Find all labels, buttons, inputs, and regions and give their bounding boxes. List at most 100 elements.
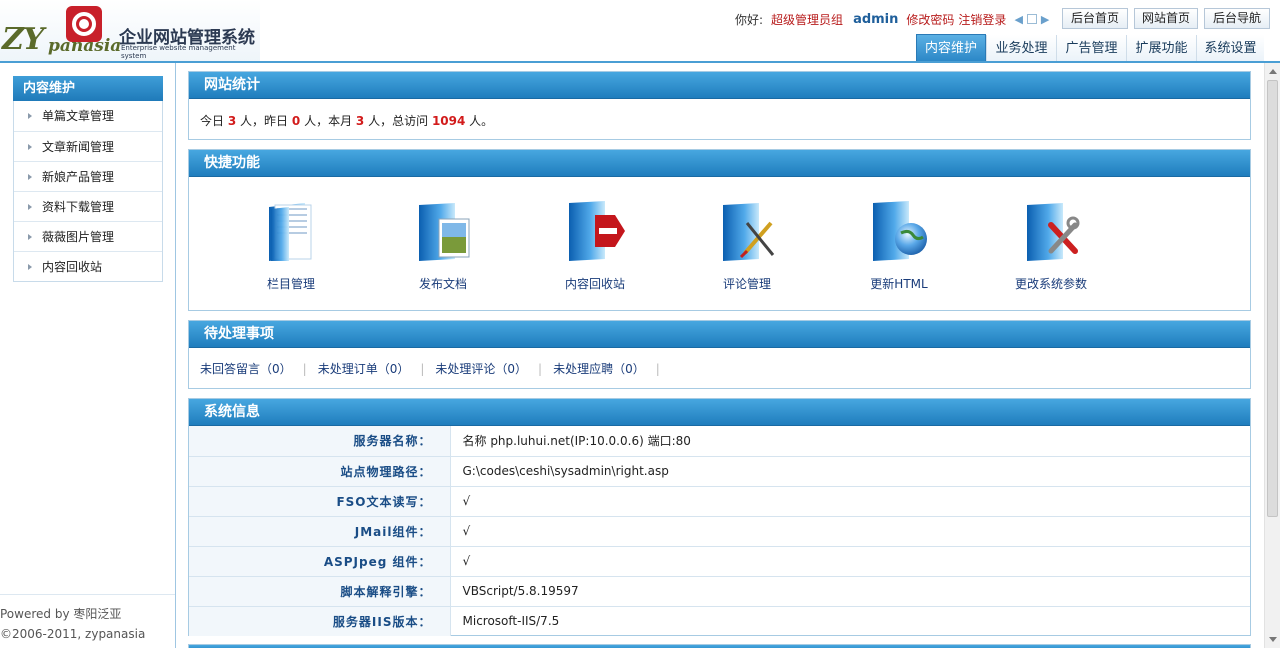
shortcut-publish[interactable]: 发布文档 [388, 201, 498, 292]
table-row: JMail组件： √ [189, 515, 1250, 546]
shortcut-grid: 栏目管理 发布文档 内容回收站 评论管理 更新HTML 更改系统参数 [189, 177, 1250, 309]
footer-credits: Powered by 枣阳泛亚 ©2006-2011, zypanasia [0, 604, 145, 644]
panel-title: 系统信息 [189, 399, 1250, 426]
pending-messages-link[interactable]: 未回答留言（0） [200, 362, 292, 376]
copyright: ©2006-2011, zypanasia [0, 627, 146, 641]
sidebar-item-label: 内容回收站 [42, 260, 103, 274]
folder-tools-icon [1021, 201, 1081, 261]
sidebar-title: 内容维护 [13, 76, 163, 101]
shortcut-label: 栏目管理 [266, 277, 315, 291]
table-row: 服务器IIS版本： Microsoft-IIS/7.5 [189, 605, 1250, 636]
stats-today: 3 [227, 114, 237, 128]
sidebar-item-recycle-bin[interactable]: 内容回收站 [14, 251, 162, 281]
change-password-link[interactable]: 修改密码 [906, 11, 954, 28]
shortcut-columns[interactable]: 栏目管理 [236, 201, 346, 292]
scroll-thumb[interactable] [1267, 80, 1278, 517]
next-panel [188, 644, 1251, 648]
scroll-up-icon[interactable] [1269, 69, 1277, 74]
sidebar-item-images[interactable]: 薇薇图片管理 [14, 221, 162, 251]
sidebar-menu: 单篇文章管理 文章新闻管理 新娘产品管理 资料下载管理 薇薇图片管理 内容回收站 [13, 101, 163, 282]
admin-nav-button[interactable]: 后台导航 [1204, 8, 1270, 29]
logo-script-panasia: panasia [48, 36, 122, 56]
stats-text: 人。 [469, 114, 494, 128]
header: ZY panasia 企业网站管理系统 Enterprise website m… [0, 0, 1280, 63]
logo[interactable]: ZY panasia 企业网站管理系统 Enterprise website m… [0, 0, 260, 62]
tab-scroll-arrows: ◀ ▶ [1014, 13, 1049, 26]
sysinfo-key: 站点物理路径： [189, 455, 451, 486]
logo-en-subtitle: Enterprise website management system [121, 44, 236, 60]
user-bar: 你好: 超级管理员组 admin 修改密码 注销登录 ◀ ▶ [735, 9, 1049, 29]
sysinfo-key: 服务器名称： [189, 426, 451, 456]
tab-ads[interactable]: 广告管理 [1056, 35, 1126, 62]
folder-delete-icon [565, 201, 625, 261]
separator: | [538, 362, 543, 376]
bullet-icon [28, 173, 32, 180]
pending-panel: 待处理事项 未回答留言（0） | 未处理订单（0） | 未处理评论（0） | 未处理应聘（0… [188, 320, 1251, 389]
greeting: 你好: [735, 12, 764, 27]
bullet-icon [28, 203, 32, 210]
sysinfo-key: 服务器IIS版本： [189, 605, 451, 636]
admin-home-button[interactable]: 后台首页 [1062, 8, 1128, 29]
bullet-icon [28, 143, 32, 150]
sidebar-item-news[interactable]: 文章新闻管理 [14, 131, 162, 161]
stats-text: 今日 [200, 114, 225, 128]
tab-content-maintenance[interactable]: 内容维护 [916, 34, 986, 62]
pending-comments-link[interactable]: 未处理评论（0） [435, 362, 527, 376]
folder-document-icon [261, 201, 321, 261]
table-row: ASPJpeg 组件： √ [189, 545, 1250, 576]
shortcut-recycle[interactable]: 内容回收站 [540, 201, 650, 292]
stats-total: 1094 [431, 114, 466, 128]
pending-orders-link[interactable]: 未处理订单（0） [318, 362, 410, 376]
sysinfo-value: VBScript/5.8.19597 [450, 575, 1250, 606]
sidebar-item-downloads[interactable]: 资料下载管理 [14, 191, 162, 221]
arrow-right-icon[interactable]: ▶ [1041, 13, 1049, 26]
sysinfo-key: 脚本解释引擎： [189, 575, 451, 606]
tab-settings[interactable]: 系统设置 [1196, 35, 1264, 62]
bullet-icon [28, 233, 32, 240]
tab-business[interactable]: 业务处理 [986, 35, 1056, 62]
site-home-button[interactable]: 网站首页 [1134, 8, 1198, 29]
powered-by: Powered by 枣阳泛亚 [0, 607, 122, 621]
sysinfo-value: √ [450, 545, 1250, 576]
sidebar: 内容维护 单篇文章管理 文章新闻管理 新娘产品管理 资料下载管理 薇薇图片管理 … [0, 63, 176, 648]
folder-globe-icon [869, 201, 929, 261]
separator: | [302, 362, 307, 376]
main-content: 网站统计 今日 3 人，昨日 0 人，本月 3 人，总访问 1094 人。 快捷… [176, 63, 1264, 648]
stats-month: 3 [355, 114, 365, 128]
sidebar-item-products[interactable]: 新娘产品管理 [14, 161, 162, 191]
sysinfo-key: FSO文本读写： [189, 485, 451, 516]
arrow-left-icon[interactable]: ◀ [1014, 13, 1022, 26]
tab-extensions[interactable]: 扩展功能 [1126, 35, 1196, 62]
sysinfo-value: G:\codes\ceshi\sysadmin\right.asp [450, 455, 1250, 486]
sidebar-item-label: 资料下载管理 [42, 200, 115, 214]
sidebar-item-label: 新娘产品管理 [42, 170, 115, 184]
shortcut-update-html[interactable]: 更新HTML [844, 201, 954, 292]
separator: | [420, 362, 425, 376]
separator: | [655, 362, 660, 376]
shortcut-system-params[interactable]: 更改系统参数 [996, 201, 1106, 292]
stats-yesterday: 0 [291, 114, 301, 128]
sysinfo-value: Microsoft-IIS/7.5 [450, 605, 1250, 636]
vertical-scrollbar[interactable] [1264, 63, 1280, 648]
panel-title: 待处理事项 [189, 321, 1250, 348]
sidebar-item-label: 文章新闻管理 [42, 140, 115, 154]
logout-link[interactable]: 注销登录 [958, 11, 1006, 28]
bullet-icon [28, 112, 32, 119]
user-role-link[interactable]: 超级管理员组 [771, 11, 843, 28]
shortcut-comments[interactable]: 评论管理 [692, 201, 802, 292]
pending-applications-link[interactable]: 未处理应聘（0） [553, 362, 645, 376]
shortcuts-panel: 快捷功能 栏目管理 发布文档 内容回收站 评论管理 更新HTML 更改系统参数 [188, 149, 1251, 311]
table-row: 服务器名称： 名称 php.luhui.net(IP:10.0.0.6) 端口:8… [189, 426, 1250, 456]
panel-title: 网站统计 [189, 72, 1250, 99]
pending-list: 未回答留言（0） | 未处理订单（0） | 未处理评论（0） | 未处理应聘（0） | [189, 348, 1250, 377]
sysinfo-value: 名称 php.luhui.net(IP:10.0.0.6) 端口:80 [462, 434, 691, 449]
square-icon[interactable] [1026, 14, 1037, 24]
scroll-down-icon[interactable] [1269, 637, 1277, 642]
shortcut-label: 更新HTML [870, 277, 928, 291]
sidebar-item-label: 薇薇图片管理 [42, 230, 115, 244]
sidebar-item-single-article[interactable]: 单篇文章管理 [14, 101, 162, 131]
shortcut-label: 内容回收站 [564, 277, 625, 291]
stats-text: 人，本月 [304, 114, 353, 128]
panel-title: 快捷功能 [189, 150, 1250, 177]
folder-edit-icon [717, 201, 777, 261]
